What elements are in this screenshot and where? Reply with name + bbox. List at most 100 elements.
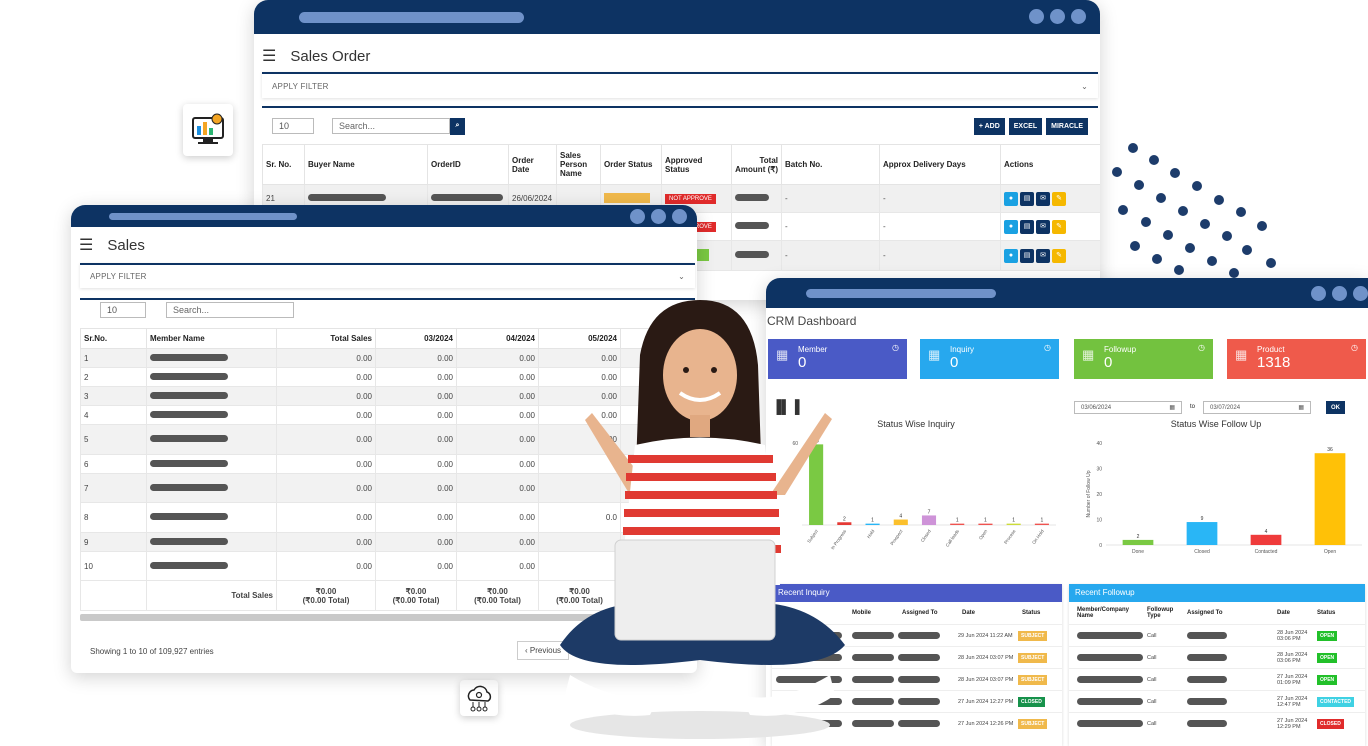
view-icon[interactable]: ● — [1004, 191, 1018, 206]
x-tick-label: Done — [1132, 549, 1144, 555]
page-size-select[interactable]: 10 — [272, 118, 314, 134]
col-header[interactable]: Sales Person Name — [556, 144, 601, 185]
summary-card-followup[interactable]: ▦ ◷ Followup 0 — [1074, 339, 1213, 379]
search-input[interactable]: Search... — [332, 118, 450, 134]
bar[interactable] — [1006, 523, 1021, 525]
window-dot[interactable] — [630, 209, 645, 224]
approve-dropdown[interactable]: NOT APPROVE — [665, 194, 716, 204]
bar[interactable] — [950, 523, 965, 525]
x-tick-label: On Hold — [1031, 528, 1045, 545]
bar[interactable] — [921, 515, 937, 525]
col-header[interactable]: Order Date — [508, 144, 557, 185]
window-dot[interactable] — [672, 209, 687, 224]
excel-button[interactable]: EXCEL — [1008, 117, 1043, 135]
col-header[interactable]: Member Name — [146, 328, 277, 349]
chevron-down-icon[interactable]: ⌄ — [1081, 82, 1088, 91]
window-controls — [1029, 9, 1086, 24]
status-badge: SUBJECT — [1018, 630, 1048, 641]
print-icon[interactable]: ▤ — [1020, 248, 1034, 263]
summary-card-inquiry[interactable]: ▦ ◷ Inquiry 0 — [920, 339, 1059, 379]
search-icon[interactable]: ⌕ — [450, 117, 465, 135]
item-date: 28 Jun 2024 03:07 PM — [958, 654, 1014, 661]
add-button[interactable]: + ADD — [973, 117, 1005, 135]
status-badge: SUBJECT — [1018, 652, 1048, 663]
chevron-down-icon[interactable]: ⌄ — [678, 272, 685, 281]
cell-month: 0.00 — [456, 386, 539, 406]
col-header[interactable]: Buyer Name — [304, 144, 428, 185]
hamburger-icon[interactable]: ☰ — [262, 46, 276, 66]
clock-icon: ◷ — [892, 343, 899, 352]
page-title: Sales — [107, 236, 145, 254]
col-header[interactable]: 04/2024 — [456, 328, 539, 349]
item-date: 28 Jun 2024 03:06 PM — [1277, 651, 1308, 664]
y-tick-label: 40 — [1096, 441, 1102, 447]
miracle-button[interactable]: MIRACLE — [1046, 117, 1088, 135]
page-size-select[interactable]: 10 — [100, 302, 146, 318]
list-item[interactable]: Call 28 Jun 2024 03:06 PM OPEN — [1069, 624, 1365, 646]
col-header[interactable]: Sr. No. — [262, 144, 305, 185]
hamburger-icon[interactable]: ☰ — [79, 235, 93, 255]
bar[interactable] — [1122, 539, 1154, 545]
bar[interactable] — [1314, 453, 1346, 545]
cell-total: 0.00 — [276, 348, 376, 368]
window-dot[interactable] — [651, 209, 666, 224]
edit-icon[interactable]: ✎ — [1052, 219, 1066, 234]
col-header: Followup Type — [1147, 607, 1174, 619]
apply-filter-bar[interactable]: APPLY FILTER ⌄ — [80, 263, 695, 288]
cell-sr: 5 — [80, 424, 147, 455]
col-header[interactable]: Approx Delivery Days — [879, 144, 1001, 185]
status-badge: OPEN — [1317, 674, 1338, 685]
summary-card-product[interactable]: ▦ ◷ Product 1318 — [1227, 339, 1366, 379]
print-icon[interactable]: ▤ — [1020, 219, 1034, 234]
window-dot[interactable] — [1071, 9, 1086, 24]
col-header[interactable]: Batch No. — [781, 144, 880, 185]
item-date: 27 Jun 2024 12:27 PM — [958, 698, 1014, 705]
mail-icon[interactable]: ✉ — [1036, 248, 1050, 263]
print-icon[interactable]: ▤ — [1020, 191, 1034, 206]
window-dot[interactable] — [1332, 286, 1347, 301]
mail-icon[interactable]: ✉ — [1036, 191, 1050, 206]
list-item[interactable]: Call 28 Jun 2024 03:06 PM OPEN — [1069, 646, 1365, 668]
col-header[interactable]: Actions — [1000, 144, 1100, 185]
bar[interactable] — [1186, 522, 1218, 545]
analytics-monitor-icon — [183, 104, 233, 156]
cell-sr: 8 — [80, 502, 147, 533]
list-item[interactable]: Call 27 Jun 2024 01:09 PM OPEN — [1069, 668, 1365, 690]
list-item[interactable]: Call 27 Jun 2024 12:47 PM CONTACTED — [1069, 690, 1365, 712]
window-dot[interactable] — [1029, 9, 1044, 24]
search-input[interactable]: Search... — [166, 302, 294, 318]
apply-filter-bar[interactable]: APPLY FILTER ⌄ — [262, 72, 1098, 98]
view-icon[interactable]: ● — [1004, 219, 1018, 234]
col-header[interactable]: Order Status — [600, 144, 662, 185]
window-dot[interactable] — [1311, 286, 1326, 301]
col-header[interactable]: Total Amount (₹) — [731, 144, 782, 185]
col-header[interactable]: Approved Status — [661, 144, 732, 185]
clock-icon: ◷ — [1351, 343, 1358, 352]
list-item[interactable]: Call 27 Jun 2024 12:29 PM CLOSED — [1069, 712, 1365, 734]
col-header[interactable]: 03/2024 — [375, 328, 457, 349]
edit-icon[interactable]: ✎ — [1052, 248, 1066, 263]
col-header[interactable]: Total Sales — [276, 328, 376, 349]
data-label: 1 — [1040, 518, 1043, 524]
panel-title: Recent Followup — [1069, 584, 1365, 602]
col-header[interactable]: OrderID — [427, 144, 509, 185]
bar[interactable] — [893, 519, 908, 525]
col-header[interactable]: Sr.No. — [80, 328, 147, 349]
x-tick-label: Closed — [920, 528, 932, 543]
bar[interactable] — [1250, 534, 1282, 545]
view-icon[interactable]: ● — [1004, 248, 1018, 263]
window-dot[interactable] — [1353, 286, 1368, 301]
window-dot[interactable] — [1050, 9, 1065, 24]
edit-icon[interactable]: ✎ — [1052, 191, 1066, 206]
bar[interactable] — [978, 523, 993, 525]
bar[interactable] — [1034, 523, 1049, 525]
cell-sr: 2 — [80, 367, 147, 387]
item-date: 29 Jun 2024 11:22 AM — [958, 632, 1013, 639]
cell-total: 0.00 — [276, 502, 376, 533]
cell-month: 0.00 — [456, 454, 539, 474]
mail-icon[interactable]: ✉ — [1036, 219, 1050, 234]
cell-month: 0.00 — [375, 532, 457, 552]
data-label: 7 — [928, 509, 931, 515]
data-label: 1 — [956, 518, 959, 524]
item-date: 28 Jun 2024 03:07 PM — [958, 676, 1014, 683]
